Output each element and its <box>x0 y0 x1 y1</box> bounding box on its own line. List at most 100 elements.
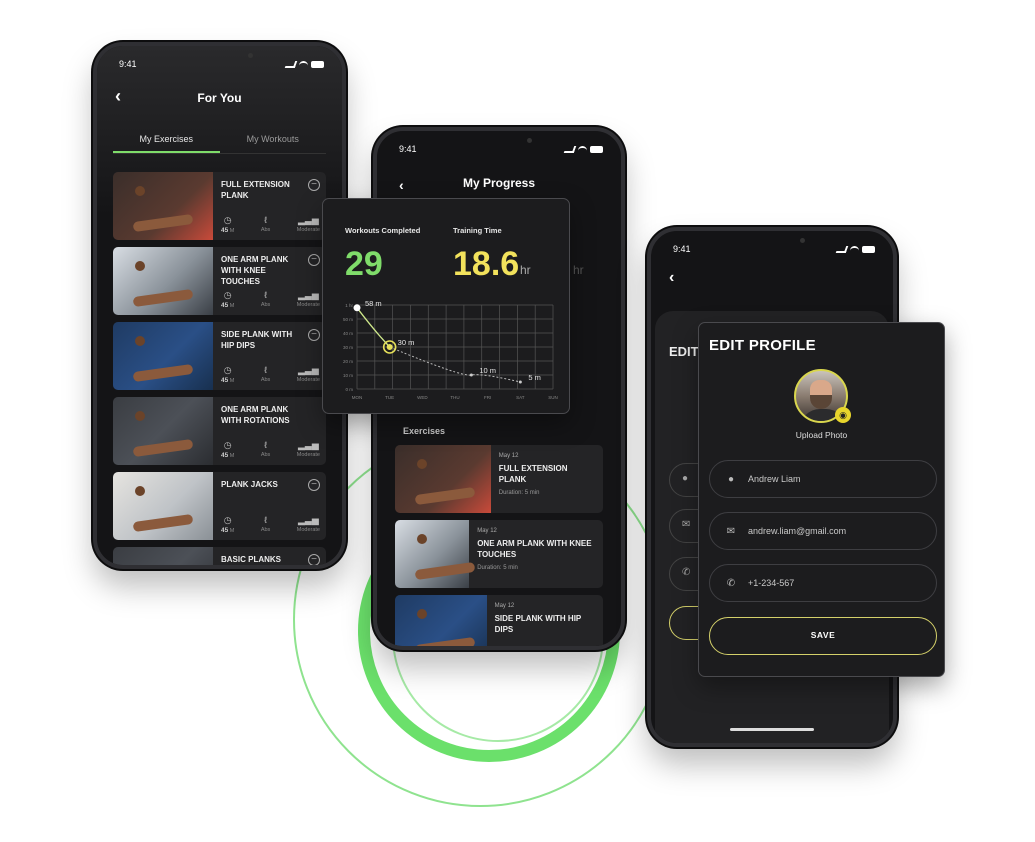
training-time-unit: hr <box>520 263 531 277</box>
exercise-card[interactable]: BASIC PLANKS − <box>113 547 326 565</box>
progress-exercise-list: May 12 FULL EXTENSION PLANK Duration: 5 … <box>395 445 603 646</box>
exercise-stats: ◷ 45 M ℓ Abs ▂▃▅ Moderate <box>221 440 320 460</box>
hr-unit-behind: hr <box>573 263 584 277</box>
exercise-thumbnail <box>113 322 213 390</box>
back-chevron-icon[interactable]: ‹ <box>669 269 674 287</box>
muscle-icon: ℓ <box>264 515 268 525</box>
progress-stats-card: Workouts Completed Training Time 29 18.6… <box>322 198 570 414</box>
name-field[interactable]: ● Andrew Liam <box>709 460 937 498</box>
page-title: My Progress <box>462 176 536 190</box>
focus-label: Abs <box>260 527 271 533</box>
remove-circle-icon[interactable]: − <box>308 179 320 191</box>
focus-label: Abs <box>260 377 271 383</box>
exercise-name: FULL EXTENSION PLANK <box>498 464 568 484</box>
x-tick-label: FRI <box>484 395 491 400</box>
status-icons <box>284 60 324 68</box>
remove-circle-icon[interactable]: − <box>308 479 320 491</box>
y-tick-label: 40 m <box>343 331 353 336</box>
remove-circle-icon[interactable]: − <box>308 329 320 341</box>
x-tick-label: TUE <box>385 395 394 400</box>
data-label: 10 m <box>479 366 496 375</box>
exercise-stats: ◷ 45 M ℓ Abs ▂▃▅ Moderate <box>221 515 320 535</box>
exercise-stats: ◷ 45 M ℓ Abs ▂▃▅ Moderate <box>221 290 320 310</box>
save-button[interactable]: SAVE <box>709 617 937 655</box>
status-time: 9:41 <box>399 144 417 154</box>
level-label: Moderate <box>296 302 320 308</box>
data-label: 30 m <box>398 338 415 347</box>
duration-label: 45 M <box>221 377 235 384</box>
x-tick-label: SAT <box>516 395 525 400</box>
exercise-name: BASIC PLANKS <box>221 555 282 564</box>
training-time-value: 18.6 <box>453 245 520 283</box>
phone-icon: ✆ <box>726 577 736 589</box>
status-bar: 9:41 <box>399 143 603 155</box>
status-time: 9:41 <box>119 59 137 69</box>
remove-circle-icon[interactable]: − <box>308 254 320 266</box>
timer-icon: ◷ <box>223 215 232 225</box>
y-tick-label: 20 m <box>343 359 353 364</box>
status-bar: 9:41 <box>673 243 875 255</box>
level-bars-icon: ▂▃▅ <box>297 440 319 450</box>
section-label-exercises: Exercises <box>403 426 446 436</box>
exercise-thumbnail <box>395 520 476 588</box>
tabs: My Exercises My Workouts <box>113 134 326 154</box>
timer-icon: ◷ <box>223 290 232 300</box>
level-bars-icon: ▂▃▅ <box>297 515 319 525</box>
exercise-card[interactable]: SIDE PLANK WITH HIP DIPS − ◷ 45 M ℓ Abs ▂▃… <box>113 322 326 390</box>
y-tick-label: 0 m <box>345 387 353 392</box>
battery-icon <box>862 245 875 253</box>
exercise-name: SIDE PLANK WITH HIP DIPS <box>494 614 582 634</box>
email-field[interactable]: ✉ andrew.liam@gmail.com <box>709 512 937 550</box>
status-icons <box>563 145 603 153</box>
x-tick-label: SUN <box>548 395 558 400</box>
exercise-card[interactable]: PLANK JACKS − ◷ 45 M ℓ Abs ▂▃▅ Moderate <box>113 472 326 540</box>
x-tick-label: WED <box>417 395 428 400</box>
duration-label: 45 M <box>221 302 235 309</box>
duration-label: 45 M <box>221 452 235 459</box>
level-bars-icon: ▂▃▅ <box>297 215 319 225</box>
exercise-thumbnail <box>395 595 487 646</box>
progress-exercise-card[interactable]: May 12 FULL EXTENSION PLANK Duration: 5 … <box>395 445 603 513</box>
exercise-card[interactable]: FULL EXTENSION PLANK − ◷ 45 M ℓ Abs ▂▃▅ Mod… <box>113 172 326 240</box>
exercise-name: PLANK JACKS <box>221 480 278 489</box>
upload-photo-label[interactable]: Upload Photo <box>699 430 944 440</box>
muscle-icon: ℓ <box>264 215 268 225</box>
signal-icon <box>563 145 577 153</box>
phone-value: +1-234-567 <box>748 578 795 588</box>
level-label: Moderate <box>296 377 320 383</box>
exercise-card[interactable]: ONE ARM PLANK WITH ROTATIONS ◷ 45 M ℓ Abs … <box>113 397 326 465</box>
signal-icon <box>835 245 849 253</box>
focus-label: Abs <box>260 227 271 233</box>
level-bars-icon: ▂▃▅ <box>297 365 319 375</box>
exercise-list: FULL EXTENSION PLANK − ◷ 45 M ℓ Abs ▂▃▅ Mod… <box>113 172 326 565</box>
muscle-icon: ℓ <box>264 440 268 450</box>
progress-exercise-card[interactable]: May 12 SIDE PLANK WITH HIP DIPS <box>395 595 603 646</box>
exercise-thumbnail <box>113 472 213 540</box>
status-time: 9:41 <box>673 244 691 254</box>
x-tick-label: THU <box>450 395 459 400</box>
remove-circle-icon[interactable]: − <box>308 554 320 565</box>
exercise-name: ONE ARM PLANK WITH KNEE TOUCHES <box>221 255 289 286</box>
exercise-date: May 12 <box>498 453 519 459</box>
name-value: Andrew Liam <box>748 474 801 484</box>
user-icon: ● <box>727 473 735 485</box>
exercise-date: May 12 <box>494 603 515 609</box>
phone-field[interactable]: ✆ +1-234-567 <box>709 564 937 602</box>
duration-label: 45 M <box>221 527 235 534</box>
exercise-thumbnail <box>113 247 213 315</box>
progress-exercise-card[interactable]: May 12 ONE ARM PLANK WITH KNEE TOUCHES D… <box>395 520 603 588</box>
y-tick-label: 1 hr <box>345 303 353 308</box>
exercise-card[interactable]: ONE ARM PLANK WITH KNEE TOUCHES − ◷ 45 M … <box>113 247 326 315</box>
status-icons <box>835 245 875 253</box>
workouts-completed-value: 29 <box>345 245 383 283</box>
exercise-name: ONE ARM PLANK WITH ROTATIONS <box>221 405 290 425</box>
data-label: 58 m <box>365 299 382 308</box>
tab-my-exercises[interactable]: My Exercises <box>113 134 220 153</box>
data-point <box>353 304 361 312</box>
camera-icon[interactable]: ◉ <box>835 407 851 423</box>
tab-my-workouts[interactable]: My Workouts <box>220 134 327 153</box>
muscle-icon: ℓ <box>264 365 268 375</box>
edit-profile-title: EDIT PROFILE <box>709 337 816 354</box>
email-value: andrew.liam@gmail.com <box>748 526 847 536</box>
focus-label: Abs <box>260 452 271 458</box>
